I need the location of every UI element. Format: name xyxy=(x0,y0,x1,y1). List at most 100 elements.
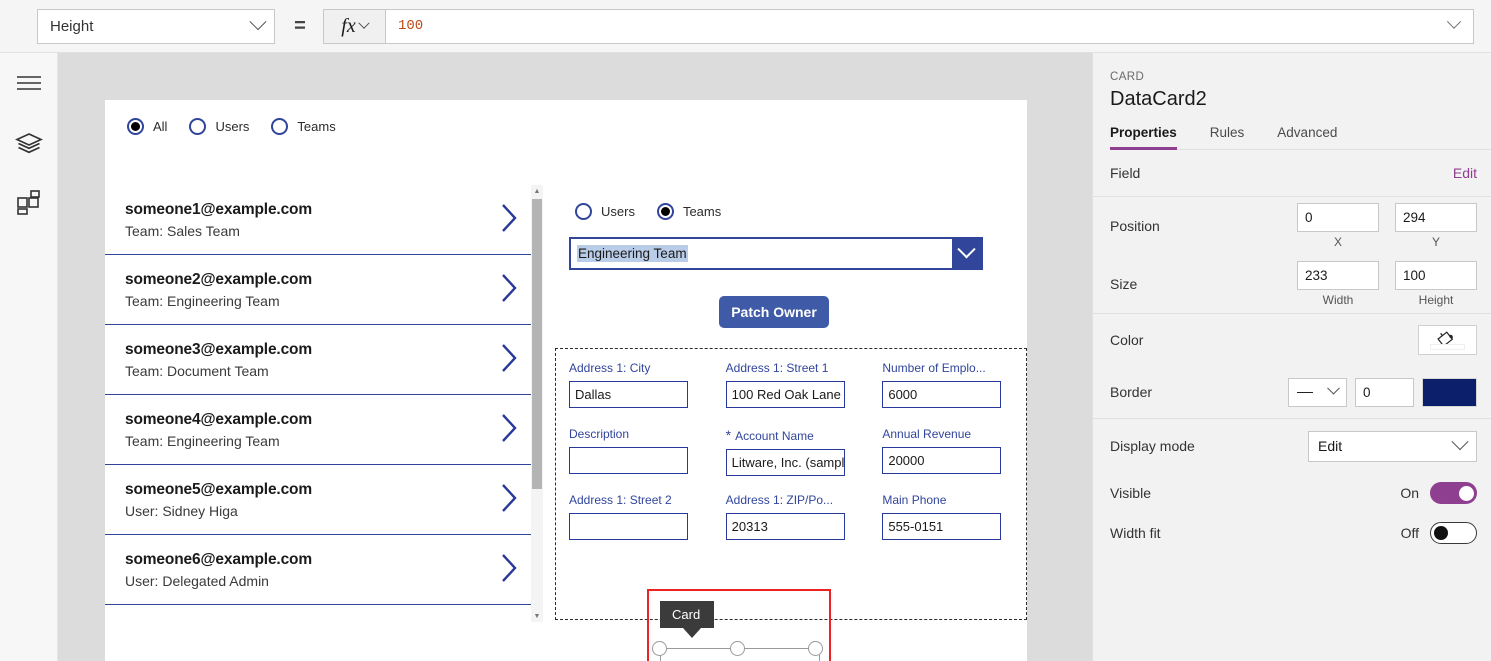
chevron-right-icon[interactable] xyxy=(499,201,519,238)
gallery-scrollbar[interactable]: ▲ ▼ xyxy=(531,185,543,622)
card-input[interactable]: 20000 xyxy=(882,447,1002,474)
owner-radio-users[interactable]: Users xyxy=(575,203,635,220)
visible-toggle[interactable] xyxy=(1430,482,1477,504)
app-screen[interactable]: All Users Teams someone1@example.com Tea… xyxy=(105,100,1027,661)
position-row: Position 0 X 294 Y xyxy=(1110,197,1477,255)
gallery-row-subtitle: Team: Engineering Team xyxy=(125,432,280,449)
gallery-row[interactable]: someone1@example.com Team: Sales Team xyxy=(105,185,535,255)
card-input[interactable]: 6000 xyxy=(882,381,1002,408)
owner-combobox-value[interactable]: Engineering Team xyxy=(571,239,952,268)
form-card[interactable]: Annual Revenue 20000 xyxy=(869,415,1026,481)
resize-handle-top-right[interactable] xyxy=(808,641,823,656)
fill-color-button[interactable] xyxy=(1418,325,1477,355)
tab-rules[interactable]: Rules xyxy=(1210,125,1245,149)
gallery-row-title: someone4@example.com xyxy=(125,410,312,428)
radio-teams[interactable]: Teams xyxy=(271,118,336,135)
tab-advanced[interactable]: Advanced xyxy=(1277,125,1337,149)
resize-handle-top-center[interactable] xyxy=(730,641,745,656)
size-height-input[interactable]: 100 xyxy=(1395,261,1477,290)
form-card[interactable]: Address 1: City Dallas xyxy=(556,349,713,415)
panel-tabs: Properties Rules Advanced xyxy=(1110,125,1491,150)
tab-properties[interactable]: Properties xyxy=(1110,125,1177,150)
field-label: Field xyxy=(1110,165,1141,181)
gallery-row[interactable]: someone6@example.com User: Delegated Adm… xyxy=(105,535,535,605)
selected-card-outline[interactable]: Card Add an item from the Insert tab xyxy=(647,589,831,661)
card-input[interactable]: 100 Red Oak Lane xyxy=(725,381,845,408)
scroll-up-icon[interactable]: ▲ xyxy=(531,185,543,197)
fill-color-preview xyxy=(1430,344,1465,350)
form-card[interactable]: Number of Emplo... 6000 xyxy=(869,349,1026,415)
gallery-row[interactable]: someone3@example.com Team: Document Team xyxy=(105,325,535,395)
card-label: * Account Name xyxy=(726,427,870,443)
gallery-row[interactable]: someone2@example.com Team: Engineering T… xyxy=(105,255,535,325)
gallery-row[interactable]: someone4@example.com Team: Engineering T… xyxy=(105,395,535,465)
form-card[interactable]: Main Phone 555-0151 xyxy=(869,481,1026,547)
border-style-dropdown[interactable] xyxy=(1288,377,1347,407)
components-grid-icon xyxy=(17,190,40,215)
form-card[interactable]: Address 1: ZIP/Po... 20313 xyxy=(713,481,870,547)
card-input[interactable]: 20313 xyxy=(725,513,845,540)
properties-panel: CARD DataCard2 Properties Rules Advanced… xyxy=(1092,53,1491,661)
form-card-selected[interactable]: Address 1: Street 2 xyxy=(556,481,713,547)
form-card[interactable]: * Account Name Litware, Inc. (sample xyxy=(713,415,870,481)
field-edit-link[interactable]: Edit xyxy=(1453,165,1477,181)
resize-handle-top-left[interactable] xyxy=(652,641,667,656)
chevron-right-icon[interactable] xyxy=(499,341,519,378)
size-label: Size xyxy=(1110,276,1138,292)
owner-radio-teams[interactable]: Teams xyxy=(656,203,722,220)
form-card[interactable]: Description xyxy=(556,415,713,481)
card-label: Number of Emplo... xyxy=(882,361,986,375)
radio-label: Users xyxy=(601,204,635,219)
owner-combobox[interactable]: Engineering Team xyxy=(569,237,983,270)
position-x-input[interactable]: 0 xyxy=(1297,203,1379,232)
scroll-down-icon[interactable]: ▼ xyxy=(531,610,543,622)
border-width-input[interactable]: 0 xyxy=(1355,377,1414,407)
card-input[interactable]: Dallas xyxy=(569,381,688,408)
card-input[interactable] xyxy=(569,447,688,474)
owner-combobox-dropdown-button[interactable] xyxy=(952,239,981,268)
radio-button-icon xyxy=(271,118,289,135)
formula-input[interactable]: 100 xyxy=(385,8,1474,44)
rail-item-menu[interactable] xyxy=(0,53,58,113)
appearance-section: Color Border 0 xyxy=(1093,314,1491,419)
position-label: Position xyxy=(1110,218,1160,234)
chevron-right-icon[interactable] xyxy=(499,271,519,308)
border-style-line-icon xyxy=(1297,391,1313,393)
property-selector-dropdown[interactable]: Height xyxy=(37,8,275,44)
form-card[interactable]: Address 1: Street 1 100 Red Oak Lane xyxy=(713,349,870,415)
display-mode-dropdown[interactable]: Edit xyxy=(1308,430,1477,462)
scrollbar-thumb[interactable] xyxy=(532,199,542,489)
chevron-right-icon[interactable] xyxy=(499,481,519,518)
display-mode-value: Edit xyxy=(1318,438,1343,454)
rail-item-tree-view[interactable] xyxy=(0,113,58,173)
gallery-row-title: someone5@example.com xyxy=(125,480,312,498)
card-input[interactable]: Litware, Inc. (sample xyxy=(725,449,845,476)
edit-form[interactable]: Address 1: City Dallas Address 1: Street… xyxy=(555,348,1027,620)
chevron-right-icon[interactable] xyxy=(499,551,519,588)
card-label: Description xyxy=(569,427,630,441)
position-y-input[interactable]: 294 xyxy=(1395,203,1477,232)
gallery[interactable]: someone1@example.com Team: Sales Team so… xyxy=(105,185,535,622)
card-input[interactable]: 555-0151 xyxy=(882,513,1002,540)
canvas-area: All Users Teams someone1@example.com Tea… xyxy=(58,53,1092,661)
radio-button-icon xyxy=(656,203,674,220)
radio-label: Teams xyxy=(682,204,722,219)
chevron-right-icon[interactable] xyxy=(499,411,519,448)
formula-expand-button[interactable] xyxy=(1446,14,1462,31)
color-row: Color xyxy=(1110,314,1477,366)
width-fit-toggle[interactable] xyxy=(1430,522,1477,544)
equals-sign: = xyxy=(294,14,306,37)
card-input[interactable] xyxy=(569,513,688,540)
fx-dropdown-button[interactable]: fx xyxy=(323,8,385,44)
size-width-input[interactable]: 233 xyxy=(1297,261,1379,290)
radio-label: All xyxy=(153,119,168,134)
card-label: Address 1: City xyxy=(569,361,651,375)
chevron-down-icon xyxy=(957,240,976,259)
border-color-swatch[interactable] xyxy=(1422,377,1477,407)
rail-item-insert[interactable] xyxy=(0,173,58,233)
radio-all[interactable]: All xyxy=(127,118,167,135)
radio-users[interactable]: Users xyxy=(189,118,249,135)
patch-owner-button[interactable]: Patch Owner xyxy=(719,296,829,328)
gallery-row[interactable]: someone5@example.com User: Sidney Higa xyxy=(105,465,535,535)
radio-button-icon xyxy=(127,118,144,135)
